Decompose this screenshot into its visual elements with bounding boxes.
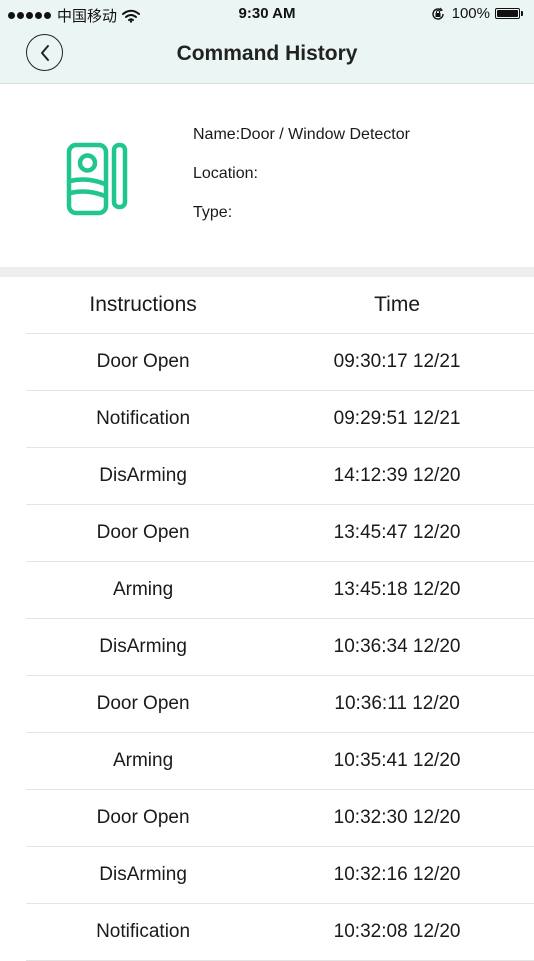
table-row: Arming 10:35:41 12/20 <box>26 733 534 790</box>
table-row: Door Open 10:36:11 12/20 <box>26 676 534 733</box>
command-history-table: Instructions Time Door Open 09:30:17 12/… <box>26 277 534 961</box>
row-time: 10:32:08 12/20 <box>333 921 461 942</box>
status-bar: 中国移动 9:30 AM 100% <box>0 0 534 28</box>
row-instruction: Door Open <box>96 693 190 714</box>
device-info-card: Name:Door / Window Detector Location: Ty… <box>0 84 534 267</box>
table-row: Notification 09:29:51 12/21 <box>26 391 534 448</box>
table-row: DisArming 10:32:16 12/20 <box>26 847 534 904</box>
page-title: Command History <box>176 42 358 65</box>
row-instruction: Arming <box>112 579 174 600</box>
row-time: 10:32:30 12/20 <box>333 807 461 828</box>
table-row: DisArming 10:36:34 12/20 <box>26 619 534 676</box>
row-instruction: DisArming <box>99 636 187 657</box>
row-instruction: Arming <box>112 750 174 771</box>
table-row: DisArming 14:12:39 12/20 <box>26 448 534 505</box>
row-time: 10:36:34 12/20 <box>333 636 461 657</box>
device-name: Name:Door / Window Detector <box>193 126 410 143</box>
header-instructions: Instructions <box>89 293 197 316</box>
row-time: 10:36:11 12/20 <box>334 693 460 714</box>
row-instruction: Door Open <box>96 522 190 543</box>
battery-percentage: 100% <box>451 5 490 22</box>
header-time: Time <box>374 293 421 316</box>
navigation-bar: Command History <box>0 28 534 83</box>
table-row: Notification 10:32:08 12/20 <box>26 904 534 961</box>
row-time: 10:32:16 12/20 <box>333 864 461 885</box>
row-time: 09:29:51 12/21 <box>333 408 461 429</box>
device-location: Location: <box>193 165 258 182</box>
row-time: 09:30:17 12/21 <box>333 351 461 372</box>
row-instruction: Door Open <box>96 351 190 372</box>
status-right: 100% <box>431 5 525 22</box>
table-header: Instructions Time <box>26 277 534 334</box>
row-instruction: DisArming <box>99 465 187 486</box>
device-type: Type: <box>193 204 233 221</box>
device-details: Name:Door / Window Detector Location: Ty… <box>193 125 410 242</box>
row-time: 13:45:18 12/20 <box>333 579 461 600</box>
row-time: 13:45:47 12/20 <box>333 522 461 543</box>
door-window-sensor-icon <box>66 142 128 216</box>
row-instruction: Notification <box>96 921 191 942</box>
table-row: Door Open 13:45:47 12/20 <box>26 505 534 562</box>
orientation-lock-icon <box>431 7 444 20</box>
row-instruction: DisArming <box>99 864 187 885</box>
table-row: Door Open 10:32:30 12/20 <box>26 790 534 847</box>
top-bar: 中国移动 9:30 AM 100% Command History <box>0 0 534 84</box>
table-row: Arming 13:45:18 12/20 <box>26 562 534 619</box>
row-instruction: Door Open <box>96 807 190 828</box>
row-time: 14:12:39 12/20 <box>333 465 461 486</box>
row-instruction: Notification <box>96 408 191 429</box>
table-row: Door Open 09:30:17 12/21 <box>26 334 534 391</box>
battery-icon <box>495 7 525 20</box>
row-time: 10:35:41 12/20 <box>333 750 461 771</box>
section-divider <box>0 267 534 277</box>
